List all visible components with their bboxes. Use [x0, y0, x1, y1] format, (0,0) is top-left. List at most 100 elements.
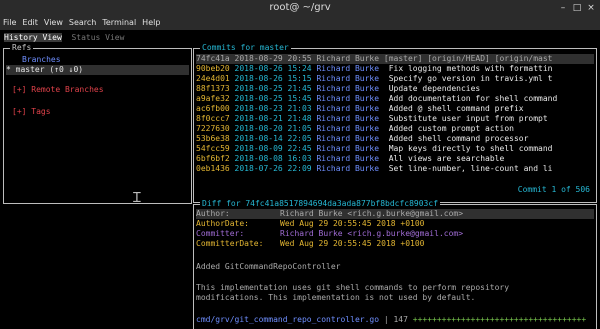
commit-message: Substitute user input from prompt: [388, 114, 548, 123]
commit-hash: 0eb1436: [196, 164, 230, 173]
menu-bar: File Edit View Search Terminal Help: [0, 16, 600, 30]
commit-row[interactable]: a9afe32 2018-08-25 15:45 Richard Burke A…: [196, 94, 594, 104]
menu-help[interactable]: Help: [139, 16, 163, 30]
commits-pane[interactable]: Commits for master 74fc41a 2018-08-29 20…: [193, 43, 597, 203]
stat-separator: |: [379, 315, 394, 324]
text-cursor-icon: Ɪ: [133, 190, 141, 206]
stat-bar: ++++++++++++++++++++++++++++++++++++: [407, 315, 587, 324]
commit-author: Richard Burke: [316, 64, 380, 73]
commit-author: Richard Burke: [316, 144, 380, 153]
commit-message: All views are searchable: [388, 154, 505, 163]
diff-pane[interactable]: Diff for 74fc41a8517894694da3ada877bf8bd…: [193, 199, 597, 329]
diff-title: Diff for 74fc41a8517894694da3ada877bf8bd…: [200, 199, 441, 209]
commit-hash: a9afe32: [196, 94, 230, 103]
refs-pane[interactable]: Refs Branches * master (↑0 ↓0) [+] Remot…: [3, 43, 192, 204]
commit-hash: 88f1373: [196, 84, 230, 93]
commit-author: Richard Burke: [316, 114, 380, 123]
commit-hash: 53b6e38: [196, 134, 230, 143]
commit-date: 2018-08-14 22:05: [234, 134, 312, 143]
commit-row[interactable]: 90beb20 2018-08-26 15:24 Richard Burke F…: [196, 64, 594, 74]
menu-view[interactable]: View: [41, 16, 66, 30]
maximize-icon[interactable]: □: [570, 0, 584, 16]
close-icon[interactable]: ×: [584, 0, 598, 16]
diff-author-row: Author: Richard Burke <rich.g.burke@gmail…: [196, 209, 594, 219]
commit-subject: Added GitCommandRepoController: [196, 262, 341, 271]
tags[interactable]: [+] Tags: [12, 107, 189, 117]
commit-message: Set line-number, line-count and li: [388, 164, 553, 173]
committer-date-label: CommitterDate:: [196, 239, 264, 248]
committer-label: Committer:: [196, 229, 245, 238]
commit-date: 2018-08-29 20:55: [234, 54, 312, 63]
commit-date: 2018-08-25 15:45: [234, 94, 312, 103]
diff-author-date-row: AuthorDate: Wed Aug 29 20:55:45 2018 +010…: [196, 219, 594, 229]
commit-row[interactable]: 0eb1436 2018-07-26 22:09 Richard Burke S…: [196, 164, 594, 174]
branches-header[interactable]: Branches: [22, 55, 189, 65]
menu-edit[interactable]: Edit: [19, 16, 41, 30]
author-date-value: Wed Aug 29 20:55:45 2018 +0100: [280, 219, 425, 228]
commit-body-line-1: This implementation uses git shell comma…: [196, 283, 510, 292]
view-tabs: History View Status View: [4, 33, 124, 43]
commit-row[interactable]: ac6fb00 2018-08-23 21:03 Richard Burke A…: [196, 104, 594, 114]
commit-author: Richard Burke: [316, 54, 380, 63]
stat-file: cmd/grv/git_command_repo_controller.go: [196, 315, 380, 324]
commit-date: 2018-07-26 22:09: [234, 164, 312, 173]
committer-date-value: Wed Aug 29 20:55:45 2018 +0100: [280, 239, 425, 248]
commit-counter: Commit 1 of 506: [517, 185, 590, 194]
current-branch-row[interactable]: * master (↑0 ↓0): [6, 65, 189, 75]
commit-date: 2018-08-08 16:03: [234, 154, 312, 163]
commit-message: Specify go version in travis.yml t: [388, 74, 553, 83]
commit-hash: 7227630: [196, 124, 230, 133]
terminal[interactable]: History View Status View Refs Branches *…: [0, 30, 600, 329]
commit-hash: 74fc41a: [196, 54, 230, 63]
author-date-label: AuthorDate:: [196, 219, 249, 228]
commit-author: Richard Burke: [316, 134, 380, 143]
commit-message: Added @ shell command prefix: [388, 104, 524, 113]
commit-author: Richard Burke: [316, 84, 380, 93]
commit-message: Map keys directly to shell command: [388, 144, 553, 153]
commit-hash: ac6fb00: [196, 104, 230, 113]
commit-message: Update dependencies: [388, 84, 481, 93]
current-branch: master (↑0 ↓0): [15, 65, 84, 74]
commit-body-line-2: modifications. This implementation is no…: [196, 293, 476, 302]
author-value: Richard Burke <rich.g.burke@gmail.com>: [280, 209, 464, 218]
commit-date: 2018-08-23 21:03: [234, 104, 312, 113]
commit-row[interactable]: 53b6e38 2018-08-14 22:05 Richard Burke A…: [196, 134, 594, 144]
commit-message: Add documentation for shell command: [388, 94, 558, 103]
commit-row[interactable]: 7227630 2018-08-20 21:05 Richard Burke A…: [196, 124, 594, 134]
commit-row[interactable]: 54fcc59 2018-08-09 22:45 Richard Burke M…: [196, 144, 594, 154]
menu-search[interactable]: Search: [66, 16, 99, 30]
minimize-icon[interactable]: –: [556, 0, 570, 16]
tab-history-view[interactable]: History View: [4, 33, 62, 42]
commit-date: 2018-08-26 15:15: [234, 74, 312, 83]
diff-committer-date-row: CommitterDate: Wed Aug 29 20:55:45 2018 +…: [196, 239, 594, 249]
commit-hash: 8f0ccc7: [196, 114, 230, 123]
commit-date: 2018-08-20 21:05: [234, 124, 312, 133]
commit-author: Richard Burke: [316, 124, 380, 133]
remote-branches[interactable]: [+] Remote Branches: [12, 85, 189, 95]
commit-row[interactable]: 24e4d01 2018-08-26 15:15 Richard Burke S…: [196, 74, 594, 84]
commit-row[interactable]: 74fc41a 2018-08-29 20:55 Richard Burke […: [196, 54, 594, 64]
window-title: root@ ~/grv: [269, 2, 331, 13]
commit-refs: [master] [origin/HEAD] [origin/mast: [383, 54, 553, 63]
menu-terminal[interactable]: Terminal: [99, 16, 139, 30]
commit-row[interactable]: 8f0ccc7 2018-08-21 21:48 Richard Burke S…: [196, 114, 594, 124]
commit-row[interactable]: 88f1373 2018-08-25 21:45 Richard Burke U…: [196, 84, 594, 94]
commit-author: Richard Burke: [316, 154, 380, 163]
commit-author: Richard Burke: [316, 104, 380, 113]
commit-hash: 90beb20: [196, 64, 230, 73]
commit-author: Richard Burke: [316, 74, 380, 83]
diff-committer-row: Committer: Richard Burke <rich.g.burke@gm…: [196, 229, 594, 239]
tab-status-view[interactable]: Status View: [71, 33, 124, 42]
commit-row[interactable]: 6bf6bf2 2018-08-08 16:03 Richard Burke A…: [196, 154, 594, 164]
commit-date: 2018-08-26 15:24: [234, 64, 312, 73]
commit-author: Richard Burke: [316, 164, 380, 173]
author-label: Author:: [196, 209, 230, 218]
commit-message: Added shell command processor: [388, 134, 529, 143]
menu-file[interactable]: File: [0, 16, 19, 30]
commit-message: Added custom prompt action: [388, 124, 514, 133]
commit-hash: 54fcc59: [196, 144, 230, 153]
commit-message: Fix logging methods with formattin: [388, 64, 553, 73]
commits-title: Commits for master: [200, 43, 291, 53]
commit-hash: 24e4d01: [196, 74, 230, 83]
branch-marker: *: [6, 65, 11, 74]
